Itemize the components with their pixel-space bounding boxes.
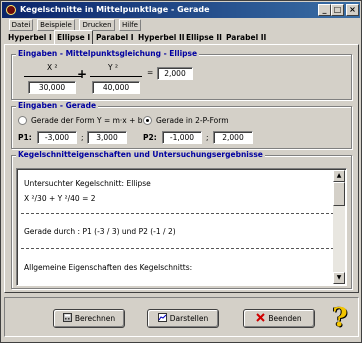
- draw-label: Darstellen: [169, 314, 209, 323]
- menu-hilfe[interactable]: Hilfe: [119, 19, 141, 31]
- close-icon[interactable]: ×: [346, 4, 359, 16]
- minimize-icon[interactable]: _: [318, 4, 331, 16]
- radio-slope-form[interactable]: [18, 116, 27, 125]
- results-group: Kegelschnitteigenschaften und Untersuchu…: [11, 150, 352, 289]
- window-title: Kegelschnitte in Mittelpunktlage - Gerad…: [20, 5, 210, 14]
- tab-ellipse-1[interactable]: Ellipse I: [54, 30, 94, 44]
- calculate-label: Berechnen: [74, 314, 116, 323]
- button-bar: Berechnen Darstellen Beenden ?: [4, 297, 359, 337]
- equation-group: Eingaben - Mittelpunktsgleichung - Ellip…: [11, 49, 352, 100]
- results-scrollbar[interactable]: ▲ ▼: [333, 170, 345, 284]
- fraction-line-y: [90, 76, 142, 77]
- denominator-x-input[interactable]: 30,000: [28, 81, 76, 94]
- p2-label: P2:: [143, 133, 157, 142]
- tab-parabel-1[interactable]: Parabel I: [96, 32, 134, 44]
- p1-label: P1:: [18, 133, 32, 142]
- tab-parabel-2[interactable]: Parabel II: [226, 32, 266, 44]
- tab-hyperbel-1[interactable]: Hyperbel I: [8, 32, 52, 44]
- draw-button[interactable]: Darstellen: [147, 309, 219, 328]
- results-textarea[interactable]: Untersuchter Kegelschnitt: Ellipse X ²/3…: [16, 168, 347, 286]
- radio-slope-form-label: Gerade der Form Y = m·x + b: [31, 116, 143, 125]
- results-group-title: Kegelschnitteigenschaften und Untersuchu…: [16, 150, 265, 159]
- menu-datei[interactable]: Datei: [9, 19, 33, 31]
- p2-x-input[interactable]: -1,000: [162, 131, 202, 144]
- help-icon[interactable]: ?: [328, 304, 352, 332]
- maximize-icon[interactable]: □: [331, 4, 344, 16]
- calculator-icon: [62, 313, 72, 322]
- result-divider: [21, 248, 334, 249]
- app-icon: [6, 5, 16, 15]
- scroll-thumb[interactable]: [333, 182, 345, 206]
- scroll-up-icon[interactable]: ▲: [333, 170, 345, 182]
- p1-separator: ;: [81, 133, 84, 142]
- tab-hyperbel-2[interactable]: Hyperbel II: [138, 32, 185, 44]
- quit-label: Beenden: [268, 314, 302, 323]
- title-bar[interactable]: Kegelschnitte in Mittelpunktlage - Gerad…: [2, 2, 360, 18]
- rhs-input[interactable]: 2,000: [157, 67, 193, 80]
- denominator-y-input[interactable]: 40,000: [92, 81, 140, 94]
- scroll-down-icon[interactable]: ▼: [333, 272, 345, 284]
- plus-sign: +: [77, 67, 88, 81]
- p1-y-input[interactable]: 3,000: [87, 131, 127, 144]
- fraction-line-x: [24, 76, 82, 77]
- numerator-x: X ²: [47, 63, 58, 72]
- line-group: Eingaben - Gerade Gerade der Form Y = m·…: [11, 101, 352, 149]
- result-line: Untersuchter Kegelschnitt: Ellipse: [24, 179, 151, 188]
- result-line: X ²/30 + Y ²/40 = 2: [24, 194, 96, 203]
- numerator-y: Y ²: [108, 63, 118, 72]
- tab-ellipse-2[interactable]: Ellipse II: [186, 32, 222, 44]
- app-window: Kegelschnitte in Mittelpunktlage - Gerad…: [0, 0, 362, 343]
- radio-two-point-form-label: Gerade in 2-P-Form: [156, 116, 229, 125]
- equals-sign: =: [147, 68, 154, 77]
- calculate-button[interactable]: Berechnen: [53, 309, 125, 328]
- tab-panel: Eingaben - Mittelpunktsgleichung - Ellip…: [4, 44, 359, 293]
- radio-two-point-form[interactable]: [143, 116, 152, 125]
- equation-group-title: Eingaben - Mittelpunktsgleichung - Ellip…: [16, 49, 200, 58]
- quit-button[interactable]: Beenden: [243, 309, 315, 328]
- p2-separator: ;: [206, 133, 209, 142]
- result-line: Allgemeine Eigenschaften des Kegelschnit…: [24, 263, 193, 272]
- p2-y-input[interactable]: 2,000: [213, 131, 253, 144]
- red-x-icon: [256, 313, 266, 322]
- p1-x-input[interactable]: -3,000: [37, 131, 77, 144]
- result-divider: [21, 213, 334, 214]
- result-line: Gerade durch : P1 (-3 / 3) und P2 (-1 / …: [24, 227, 176, 236]
- line-group-title: Eingaben - Gerade: [16, 101, 99, 110]
- graph-icon: [157, 313, 167, 322]
